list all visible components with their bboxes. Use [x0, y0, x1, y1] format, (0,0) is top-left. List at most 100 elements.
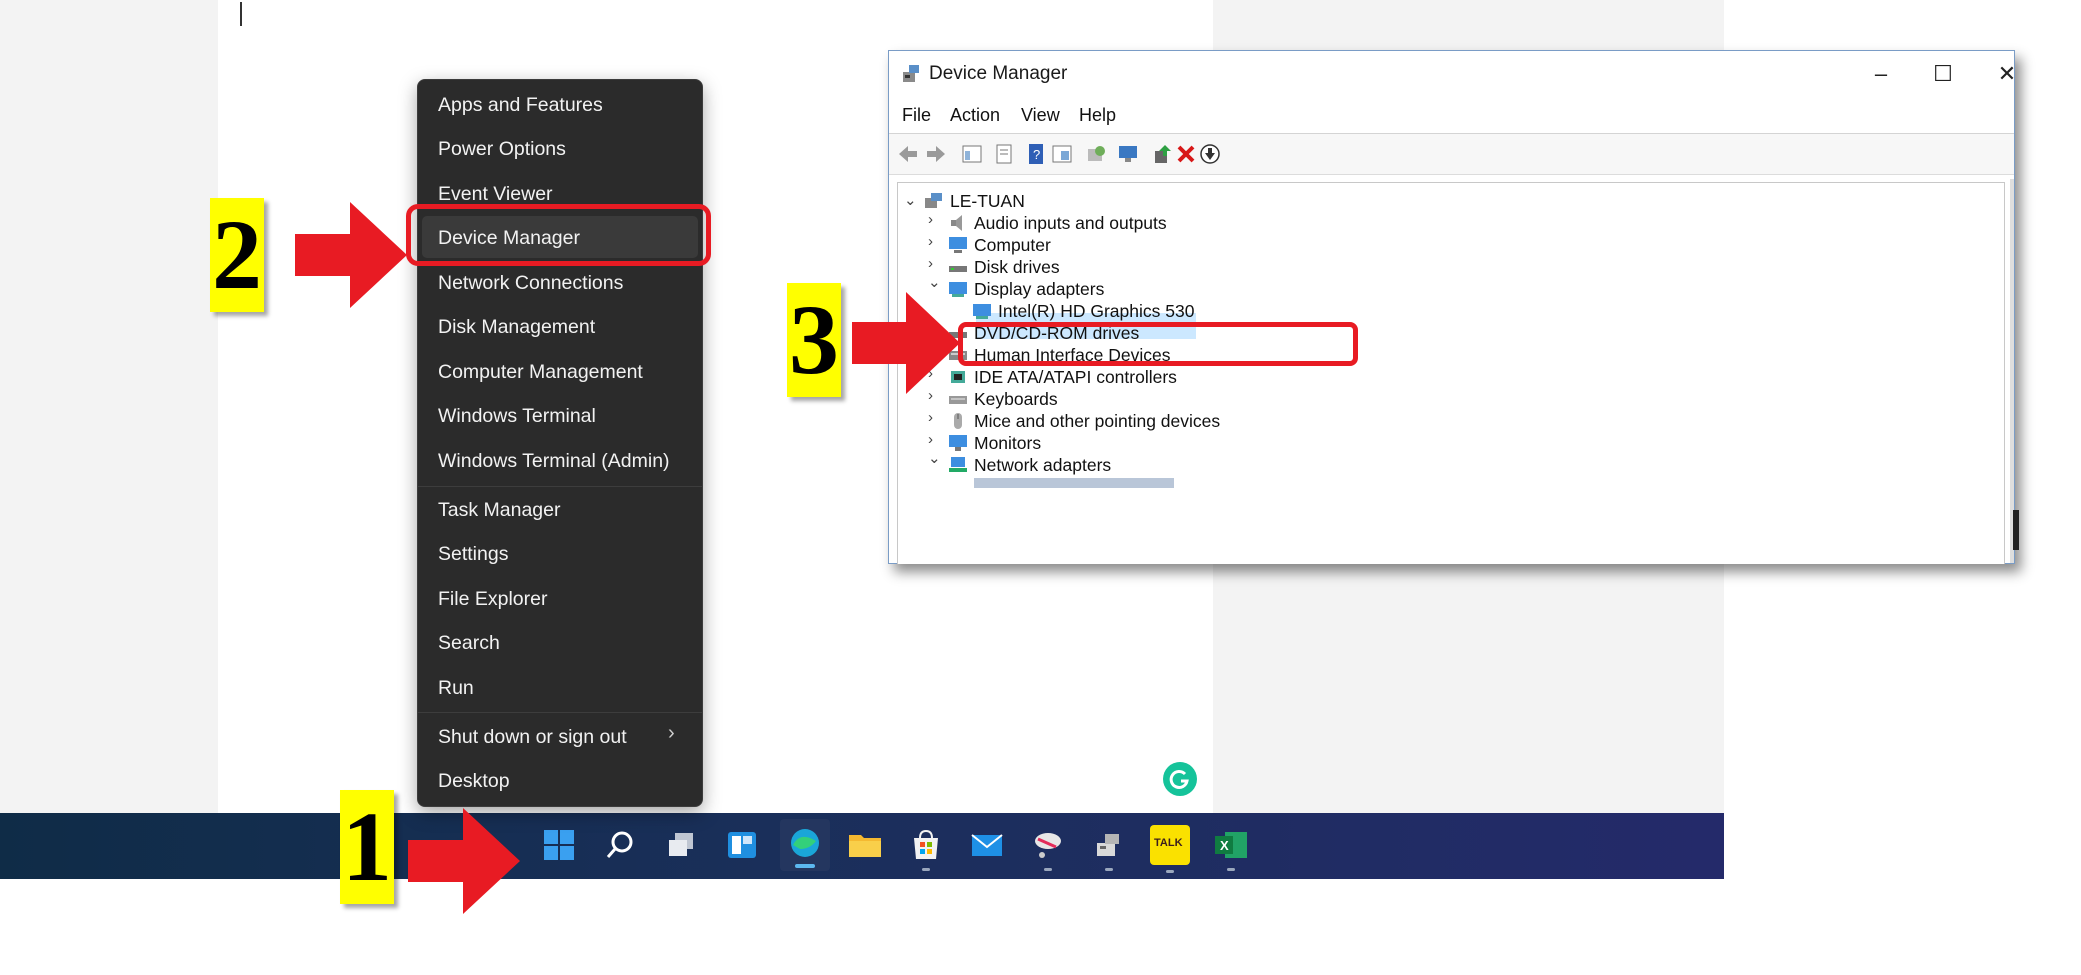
menu-item-run[interactable]: Run [438, 677, 474, 700]
menu-item-network-connections[interactable]: Network Connections [438, 272, 623, 295]
menu-bar: File Action View Help [889, 97, 2014, 134]
edge-icon[interactable] [780, 819, 830, 871]
red-arrow-icon [852, 292, 960, 394]
device-tree: ⌄ LE-TUAN › Audio inputs and outputs › C… [897, 182, 2005, 564]
mail-icon[interactable] [967, 825, 1007, 865]
step-label-2: 2 [210, 198, 264, 312]
excel-icon[interactable]: X [1211, 825, 1251, 871]
background-window-edge [2013, 510, 2019, 550]
title-bar[interactable]: Device Manager – ☐ ✕ [889, 51, 2016, 97]
kakaotalk-icon[interactable]: TALK [1150, 825, 1190, 873]
menu-item-file-explorer[interactable]: File Explorer [438, 588, 547, 611]
tree-label: LE-TUAN [950, 191, 1025, 211]
menu-item-desktop[interactable]: Desktop [438, 770, 510, 793]
network-app-icon[interactable] [1089, 825, 1129, 871]
kakaotalk-label: TALK [1154, 837, 1183, 849]
update-driver-icon[interactable] [1151, 143, 1173, 165]
chevron-right-icon: › [668, 722, 675, 744]
maximize-button[interactable]: ☐ [1913, 55, 1973, 93]
properties-icon[interactable] [993, 143, 1015, 165]
red-arrow-icon [408, 808, 520, 914]
window-title: Device Manager [929, 63, 1068, 84]
chevron-down-icon[interactable]: ⌄ [928, 273, 942, 293]
text-cursor [240, 2, 242, 26]
svg-text:?: ? [1033, 147, 1040, 162]
menu-item-apps-and-features[interactable]: Apps and Features [438, 94, 603, 117]
show-hide-console-icon[interactable] [961, 143, 983, 165]
windows-start-icon[interactable] [539, 825, 579, 865]
menu-item-power-options[interactable]: Power Options [438, 138, 566, 161]
mouse-icon [954, 413, 962, 429]
tree-node-partial [974, 478, 1174, 488]
monitor-icon [949, 435, 967, 451]
chevron-right-icon[interactable]: › [928, 431, 942, 451]
menu-item-shut-down[interactable]: Shut down or sign out [438, 726, 627, 749]
menu-item-windows-terminal-admin[interactable]: Windows Terminal (Admin) [438, 450, 670, 473]
grammarly-icon[interactable] [1163, 762, 1197, 796]
file-explorer-icon[interactable] [845, 825, 885, 865]
step-label-1: 1 [340, 790, 394, 904]
chevron-right-icon[interactable]: › [928, 211, 942, 231]
menu-item-settings[interactable]: Settings [438, 543, 508, 566]
disk-drive-icon [949, 266, 967, 272]
tree-label: Display adapters [974, 279, 1105, 299]
device-manager-icon [903, 65, 919, 82]
network-adapter-icon [949, 457, 967, 472]
tree-label: Disk drives [974, 257, 1060, 277]
menu-item-search[interactable]: Search [438, 632, 500, 655]
computer-root-icon [925, 193, 942, 208]
chevron-down-icon[interactable]: ⌄ [928, 449, 942, 469]
device-manager-window: Device Manager – ☐ ✕ File Action View He… [888, 50, 2016, 564]
task-view-icon[interactable] [661, 825, 701, 865]
chevron-right-icon[interactable]: › [928, 255, 942, 275]
tree-label: Keyboards [974, 389, 1058, 409]
help-icon[interactable]: ? [1025, 143, 1047, 165]
scan-hardware-icon[interactable] [1085, 143, 1107, 165]
menu-separator [418, 712, 702, 713]
minimize-button[interactable]: – [1851, 55, 1911, 93]
menu-item-event-viewer[interactable]: Event Viewer [438, 183, 553, 206]
red-arrow-icon [295, 202, 407, 308]
tree-label: Mice and other pointing devices [974, 411, 1221, 431]
menu-action[interactable]: Action [950, 105, 1000, 126]
menu-item-windows-terminal[interactable]: Windows Terminal [438, 405, 596, 428]
widgets-icon[interactable] [722, 825, 762, 865]
chevron-right-icon[interactable]: › [928, 233, 942, 253]
uninstall-icon[interactable] [1175, 143, 1197, 165]
menu-item-disk-management[interactable]: Disk Management [438, 316, 595, 339]
highlight-box-device-manager [406, 204, 711, 266]
scrollbar[interactable] [2010, 179, 2014, 563]
chevron-down-icon[interactable]: ⌄ [904, 191, 918, 211]
action-view-icon[interactable] [1051, 143, 1073, 165]
tree-label: IDE ATA/ATAPI controllers [974, 367, 1177, 387]
graphics-card-icon [973, 304, 991, 319]
toolbar: ? [889, 134, 2014, 175]
computer-icon [949, 237, 967, 253]
menu-file[interactable]: File [902, 105, 931, 126]
menu-help[interactable]: Help [1079, 105, 1116, 126]
snipping-icon[interactable] [1028, 825, 1068, 871]
highlight-box-intel-graphics [958, 322, 1358, 366]
step-label-3: 3 [787, 283, 841, 397]
tree-label: Monitors [974, 433, 1042, 453]
search-icon[interactable] [600, 825, 640, 865]
tree-label: Network adapters [974, 455, 1112, 475]
excel-letter: X [1220, 838, 1229, 853]
menu-item-task-manager[interactable]: Task Manager [438, 499, 560, 522]
menu-item-computer-management[interactable]: Computer Management [438, 361, 643, 384]
tree-label: Computer [974, 235, 1051, 255]
menu-view[interactable]: View [1021, 105, 1060, 126]
close-button[interactable]: ✕ [1977, 55, 2037, 93]
chevron-right-icon[interactable]: › [928, 409, 942, 429]
back-arrow-icon[interactable] [897, 143, 919, 165]
download-icon[interactable] [1199, 143, 1221, 165]
monitor-icon[interactable] [1117, 143, 1139, 165]
forward-arrow-icon[interactable] [925, 143, 947, 165]
winx-context-menu: Apps and Features Power Options Event Vi… [417, 79, 703, 807]
tree-label: Audio inputs and outputs [974, 213, 1167, 233]
tree-label: Intel(R) HD Graphics 530 [998, 301, 1195, 321]
menu-separator [418, 486, 702, 487]
speaker-icon [951, 215, 962, 231]
store-icon[interactable] [906, 825, 946, 871]
taskbar: TALK X [0, 813, 1724, 879]
